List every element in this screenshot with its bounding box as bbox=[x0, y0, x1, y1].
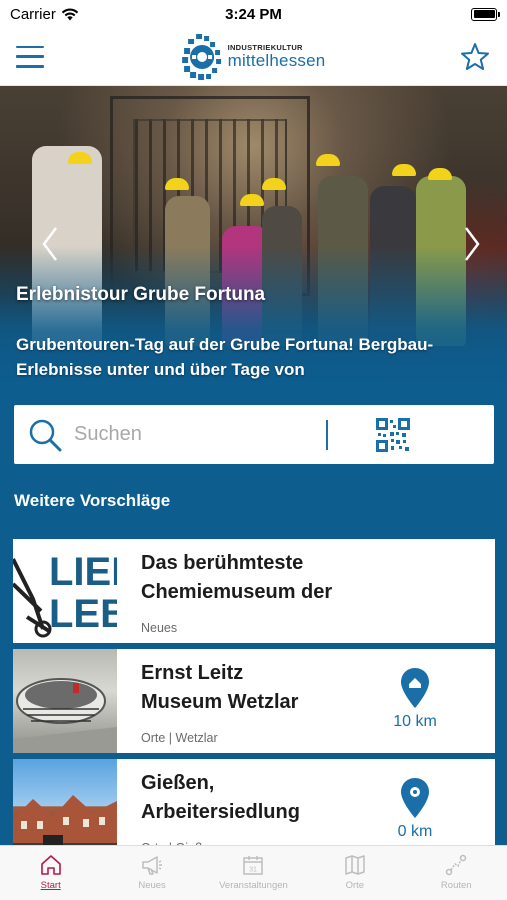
tab-bar: Start Neues 31 Veranstaltungen Orte Rout… bbox=[0, 845, 507, 900]
tab-neues[interactable]: Neues bbox=[107, 853, 197, 891]
section-title-suggestions: Weitere Vorschläge bbox=[14, 491, 171, 510]
hero-description: Grubentouren-Tag auf der Grube Fortuna! … bbox=[16, 335, 434, 379]
logo-wordmark: mittelhessen bbox=[227, 50, 326, 70]
carrier-label: Carrier bbox=[10, 5, 56, 23]
app-screen: Carrier 3:24 PM INDUSTRIEKULTUR mittelhe… bbox=[0, 0, 507, 900]
tab-veranstaltungen[interactable]: 31 Veranstaltungen bbox=[208, 853, 298, 891]
tab-label: Start bbox=[40, 880, 61, 891]
calendar-icon: 31 bbox=[243, 856, 264, 875]
card-distance: 10 km bbox=[385, 667, 445, 731]
search-icon[interactable] bbox=[28, 418, 62, 452]
hero-title: Erlebnistour Grube Fortuna bbox=[16, 284, 266, 305]
search-input[interactable] bbox=[74, 423, 314, 446]
megaphone-icon bbox=[142, 856, 163, 875]
home-icon bbox=[40, 855, 61, 875]
tab-routen[interactable]: Routen bbox=[411, 853, 501, 891]
thumbnail-text-top: LIEB bbox=[49, 550, 117, 594]
suggestion-card[interactable]: LIEB LEB Das berühmteste Chemiemuseum de… bbox=[13, 539, 495, 643]
search-divider bbox=[326, 419, 328, 450]
hero-banner[interactable]: Erlebnistour Grube Fortuna Grubentouren-… bbox=[0, 86, 507, 386]
thumbnail-graphic: LIEB LEB bbox=[13, 550, 117, 638]
logo-gear-icon bbox=[181, 33, 221, 80]
card-thumbnail bbox=[13, 649, 117, 753]
tab-label: Routen bbox=[440, 880, 472, 891]
tab-label: Veranstaltungen bbox=[219, 880, 288, 891]
svg-text:31: 31 bbox=[250, 867, 258, 874]
thumbnail-text-bottom: LEB bbox=[49, 592, 117, 636]
card-title-line: Chemiemuseum der bbox=[141, 581, 333, 603]
tab-orte[interactable]: Orte bbox=[310, 853, 400, 891]
menu-button[interactable] bbox=[16, 45, 44, 68]
favorite-star-icon[interactable] bbox=[459, 41, 491, 73]
app-header: INDUSTRIEKULTUR mittelhessen bbox=[0, 28, 507, 86]
distance-label: 0 km bbox=[397, 823, 433, 840]
location-pin-icon bbox=[401, 668, 429, 708]
battery-icon bbox=[471, 7, 500, 21]
hero-next-arrow-icon[interactable] bbox=[462, 226, 482, 262]
route-icon bbox=[446, 854, 467, 876]
hero-prev-arrow-icon[interactable] bbox=[40, 226, 60, 262]
wifi-icon bbox=[61, 7, 79, 20]
status-bar: Carrier 3:24 PM bbox=[0, 0, 507, 28]
card-distance: 0 km bbox=[385, 777, 445, 841]
tab-start[interactable]: Start bbox=[6, 853, 96, 891]
distance-label: 10 km bbox=[393, 713, 437, 730]
app-logo: INDUSTRIEKULTUR mittelhessen bbox=[181, 33, 326, 80]
card-meta: Orte | Wetzlar bbox=[141, 731, 218, 745]
suggestion-card[interactable]: Ernst Leitz Museum Wetzlar Orte | Wetzla… bbox=[13, 649, 495, 753]
tab-label: Neues bbox=[138, 880, 166, 891]
tab-label: Orte bbox=[345, 880, 365, 891]
search-bar bbox=[14, 405, 494, 464]
thumbnail-graphic bbox=[13, 678, 117, 753]
card-meta: Neues bbox=[141, 621, 178, 635]
card-title-line: Das berühmteste bbox=[141, 552, 304, 574]
location-pin-icon bbox=[401, 778, 429, 818]
map-icon bbox=[345, 855, 365, 875]
card-thumbnail: LIEB LEB bbox=[13, 539, 117, 643]
qr-code-icon[interactable] bbox=[376, 417, 410, 452]
